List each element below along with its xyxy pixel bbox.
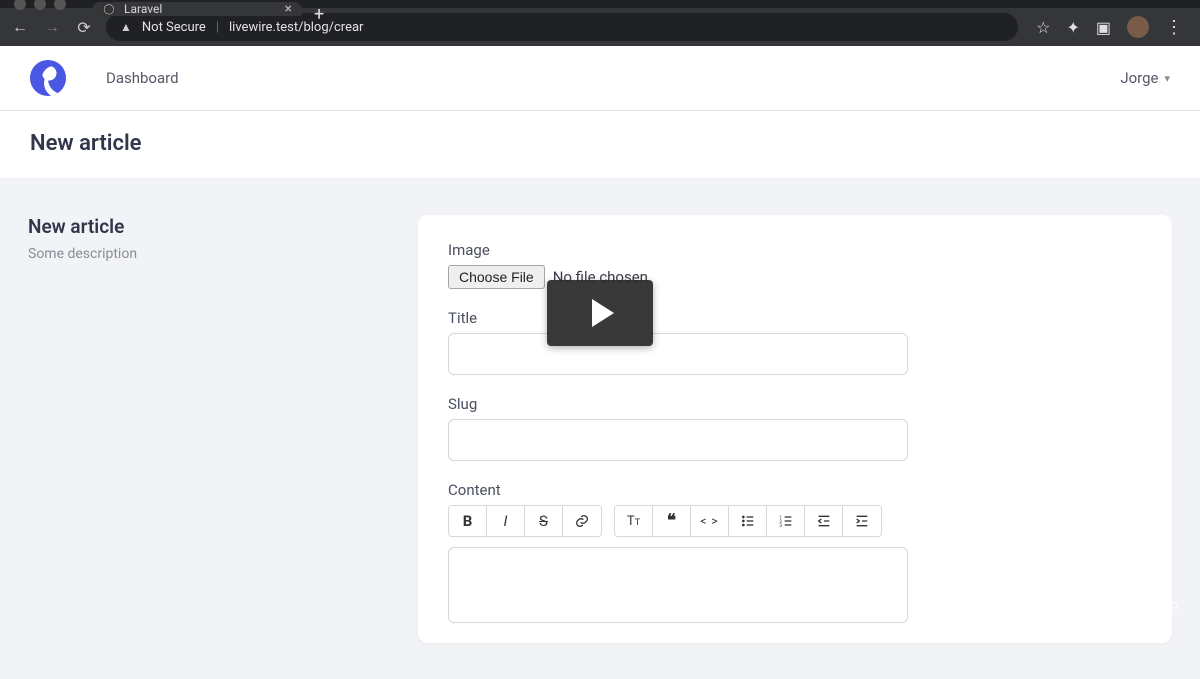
- quote-icon: ❝: [667, 511, 676, 531]
- app-logo[interactable]: [30, 60, 66, 96]
- user-menu[interactable]: Jorge ▾: [1120, 69, 1170, 87]
- toolbar-group-format: B I S: [448, 505, 602, 537]
- choose-file-button[interactable]: Choose File: [448, 265, 545, 289]
- traffic-light-close[interactable]: [14, 0, 26, 10]
- tab-title: Laravel: [124, 2, 162, 16]
- address-field[interactable]: ▲ Not Secure | livewire.test/blog/crear: [106, 13, 1018, 41]
- app-header: Dashboard Jorge ▾: [0, 46, 1200, 111]
- window-traffic-lights: [14, 0, 66, 10]
- traffic-light-max[interactable]: [54, 0, 66, 10]
- strike-button[interactable]: S: [525, 506, 563, 536]
- user-name-label: Jorge: [1120, 69, 1158, 87]
- nav-dashboard-link[interactable]: Dashboard: [106, 69, 179, 87]
- reload-button[interactable]: ⟳: [74, 18, 94, 37]
- tab-favicon-icon: ◯: [102, 2, 116, 16]
- bullet-list-icon: [740, 513, 756, 529]
- number-list-button[interactable]: 123: [767, 506, 805, 536]
- toolbar-group-block: TT ❝ < > 123: [614, 505, 882, 537]
- section-sidebar: New article Some description: [28, 215, 388, 643]
- watermark-text: Aprendible: [1054, 592, 1180, 622]
- indent-button[interactable]: [843, 506, 881, 536]
- watermark-logo-icon: [1018, 594, 1044, 620]
- watermark: Aprendible: [1018, 592, 1180, 622]
- not-secure-label: Not Secure: [142, 20, 206, 35]
- slug-input[interactable]: [448, 419, 908, 461]
- editor-toolbar: B I S TT ❝ < >: [448, 505, 1142, 537]
- quote-button[interactable]: ❝: [653, 506, 691, 536]
- svg-text:3: 3: [779, 523, 782, 529]
- heading-icon: TT: [627, 514, 640, 529]
- bookmark-star-icon[interactable]: ☆: [1036, 18, 1050, 37]
- content-editor[interactable]: [448, 547, 908, 623]
- forward-button[interactable]: →: [42, 17, 62, 37]
- browser-tab-active[interactable]: ◯ Laravel ×: [92, 2, 302, 16]
- traffic-light-min[interactable]: [34, 0, 46, 10]
- page-title-bar: New article: [0, 111, 1200, 179]
- play-icon: [592, 299, 614, 327]
- address-bar-actions: ☆ ✦ ▣ ⋮: [1030, 16, 1190, 38]
- chevron-down-icon: ▾: [1164, 72, 1170, 85]
- back-button[interactable]: ←: [10, 17, 30, 37]
- content-label: Content: [448, 481, 1142, 499]
- code-button[interactable]: < >: [691, 506, 729, 536]
- video-play-button[interactable]: [547, 280, 653, 346]
- bold-button[interactable]: B: [449, 506, 487, 536]
- profile-avatar-icon[interactable]: [1127, 16, 1149, 38]
- link-icon: [574, 513, 590, 529]
- indent-icon: [854, 513, 870, 529]
- not-secure-icon: ▲: [120, 20, 132, 34]
- address-separator: |: [216, 20, 219, 35]
- address-url: livewire.test/blog/crear: [229, 20, 363, 35]
- new-tab-button[interactable]: +: [314, 4, 324, 25]
- page-title: New article: [30, 131, 1170, 156]
- number-list-icon: 123: [778, 513, 794, 529]
- form-card: Image Choose File No file chosen Title S…: [418, 215, 1172, 643]
- browser-menu-icon[interactable]: ⋮: [1165, 17, 1184, 38]
- slug-label: Slug: [448, 395, 1142, 413]
- outdent-icon: [816, 513, 832, 529]
- cast-icon[interactable]: ▣: [1096, 18, 1111, 37]
- image-label: Image: [448, 241, 1142, 259]
- bullet-list-button[interactable]: [729, 506, 767, 536]
- extensions-icon[interactable]: ✦: [1066, 18, 1079, 37]
- title-input[interactable]: [448, 333, 908, 375]
- link-button[interactable]: [563, 506, 601, 536]
- section-description: Some description: [28, 246, 388, 262]
- tab-close-icon[interactable]: ×: [285, 1, 292, 17]
- section-heading: New article: [28, 215, 388, 238]
- outdent-button[interactable]: [805, 506, 843, 536]
- form-group-slug: Slug: [448, 395, 1142, 461]
- italic-button[interactable]: I: [487, 506, 525, 536]
- code-icon: < >: [700, 514, 718, 528]
- heading-button[interactable]: TT: [615, 506, 653, 536]
